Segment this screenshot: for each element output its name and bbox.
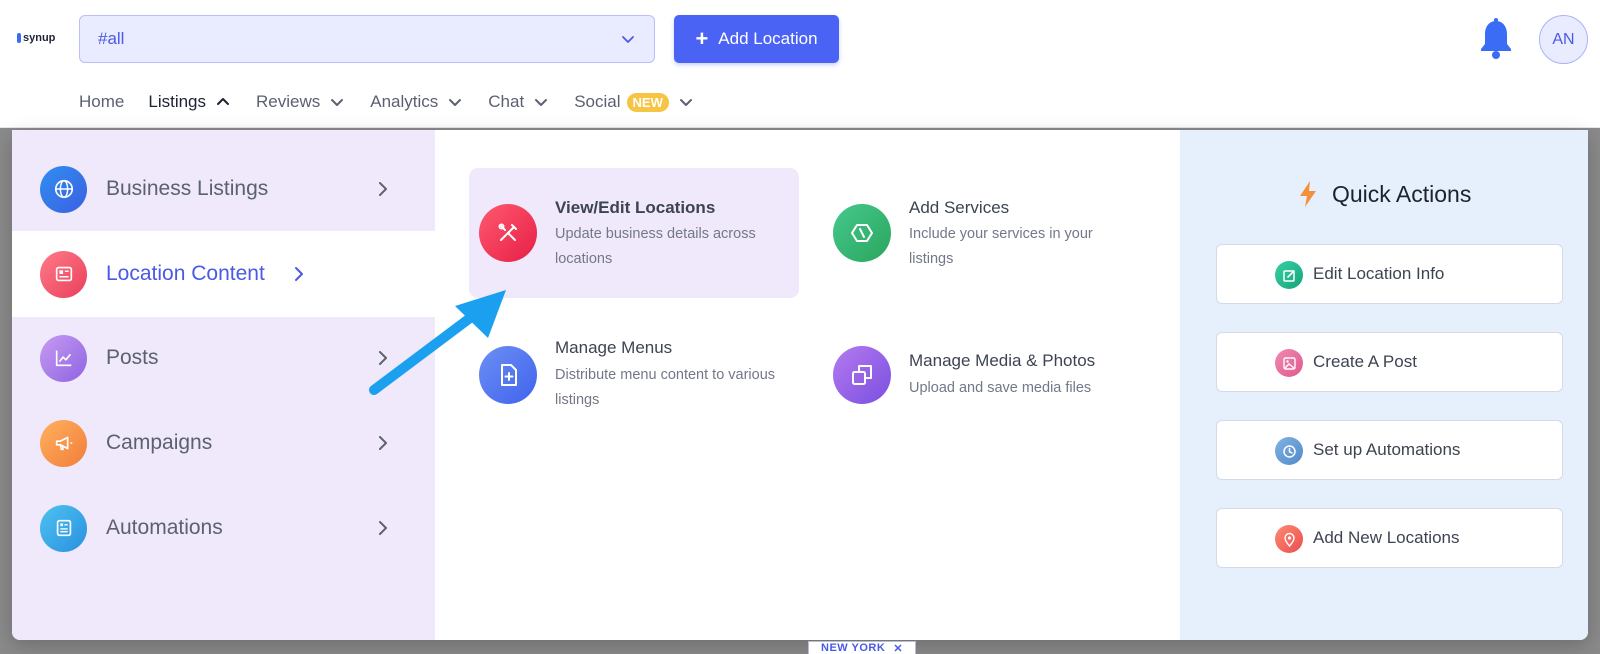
quick-actions-title: Quick Actions xyxy=(1332,180,1472,207)
option-desc: Distribute menu content to various listi… xyxy=(555,367,776,408)
nav-home[interactable]: Home xyxy=(79,92,124,112)
chevron-right-icon xyxy=(379,182,387,196)
chevron-right-icon xyxy=(379,351,387,365)
option-desc: Upload and save media files xyxy=(909,380,1092,396)
nav-listings[interactable]: Listings xyxy=(148,92,232,112)
quick-action-label: Set up Automations xyxy=(1313,440,1461,459)
menu-options: View/Edit Locations Update business deta… xyxy=(435,130,1180,640)
quick-action-label: Create A Post xyxy=(1313,352,1417,371)
option-desc: Include your services in your listings xyxy=(909,226,1093,267)
lightning-icon xyxy=(1300,181,1316,207)
chevron-right-icon xyxy=(379,521,387,535)
quick-action-label: Add New Locations xyxy=(1313,528,1460,547)
top-header: synup #all + Add Location AN Home Listin… xyxy=(0,0,1600,128)
edit-icon xyxy=(1275,261,1303,289)
location-select[interactable]: #all xyxy=(79,15,655,63)
megaphone-icon xyxy=(40,419,87,467)
menu-category-label: Campaigns xyxy=(106,431,213,454)
nav-reviews-label: Reviews xyxy=(256,92,321,111)
nav-reviews[interactable]: Reviews xyxy=(256,92,346,112)
chevron-down-icon xyxy=(679,99,692,106)
menu-category-label: Posts xyxy=(106,346,159,369)
bell-icon[interactable] xyxy=(1478,18,1514,60)
option-manage-media-photos[interactable]: Manage Media & Photos Upload and save me… xyxy=(823,330,1153,460)
synup-logo[interactable]: synup xyxy=(17,32,55,44)
add-location-label: Add Location xyxy=(718,29,818,48)
services-hexagon-icon xyxy=(833,204,891,262)
globe-icon xyxy=(40,165,87,213)
location-tag-label: NEW YORK xyxy=(821,642,886,654)
menu-category-posts[interactable]: Posts xyxy=(12,315,435,401)
nav-home-label: Home xyxy=(79,92,125,111)
nav-listings-label: Listings xyxy=(148,92,206,111)
map-pin-icon xyxy=(1275,525,1303,553)
create-a-post-button[interactable]: Create A Post xyxy=(1216,332,1563,392)
option-title: Add Services xyxy=(909,198,1010,217)
quick-actions-panel: Quick Actions Edit Location Info Create … xyxy=(1180,130,1588,640)
copy-media-icon xyxy=(833,346,891,404)
new-badge: NEW xyxy=(626,92,669,112)
nav-social[interactable]: Social NEW xyxy=(574,92,695,112)
menu-category-campaigns[interactable]: Campaigns xyxy=(12,400,435,486)
chevron-up-icon xyxy=(217,98,229,105)
menu-category-label: Automations xyxy=(106,516,223,539)
menu-category-list: Business Listings Location Content Posts… xyxy=(12,130,435,640)
option-title: Manage Media & Photos xyxy=(909,351,1096,370)
location-tag-new-york[interactable]: NEW YORK ✕ xyxy=(808,641,917,654)
chevron-down-icon xyxy=(622,36,634,43)
option-manage-menus[interactable]: Manage Menus Distribute menu content to … xyxy=(469,330,799,460)
nav-social-label: Social xyxy=(574,92,621,111)
menu-category-automations[interactable]: Automations xyxy=(12,485,435,571)
chart-line-icon xyxy=(40,334,87,382)
quick-actions-header: Quick Actions xyxy=(1296,180,1471,208)
tools-icon xyxy=(479,204,537,262)
file-add-icon xyxy=(479,346,537,404)
quick-action-label: Edit Location Info xyxy=(1313,264,1445,283)
close-icon[interactable]: ✕ xyxy=(893,642,903,654)
image-icon xyxy=(1275,349,1303,377)
listings-mega-menu: Business Listings Location Content Posts… xyxy=(12,130,1588,640)
option-title: View/Edit Locations xyxy=(555,198,716,217)
logo-mark xyxy=(17,33,21,43)
nav-analytics-label: Analytics xyxy=(370,92,439,111)
edit-location-info-button[interactable]: Edit Location Info xyxy=(1216,244,1563,304)
main-nav: Home Listings Reviews Analytics Chat Soc… xyxy=(79,88,719,116)
location-select-value: #all xyxy=(98,29,125,48)
nav-analytics[interactable]: Analytics xyxy=(370,92,464,112)
logo-text: synup xyxy=(23,32,56,44)
add-location-button[interactable]: + Add Location xyxy=(674,15,839,63)
menu-category-location-content[interactable]: Location Content xyxy=(12,231,435,317)
chevron-down-icon xyxy=(331,99,344,106)
nav-chat-label: Chat xyxy=(488,92,525,111)
user-avatar[interactable]: AN xyxy=(1539,15,1588,64)
option-view-edit-locations[interactable]: View/Edit Locations Update business deta… xyxy=(469,168,799,298)
add-new-locations-button[interactable]: Add New Locations xyxy=(1216,508,1563,568)
option-title: Manage Menus xyxy=(555,338,673,357)
plus-icon: + xyxy=(695,26,709,51)
chevron-down-icon xyxy=(449,99,462,106)
chevron-down-icon xyxy=(535,99,548,106)
menu-category-label: Business Listings xyxy=(106,177,269,200)
avatar-initials: AN xyxy=(1552,30,1575,48)
chevron-right-icon xyxy=(295,267,303,281)
set-up-automations-button[interactable]: Set up Automations xyxy=(1216,420,1563,480)
newspaper-icon xyxy=(40,250,87,298)
nav-chat[interactable]: Chat xyxy=(488,92,550,112)
document-list-icon xyxy=(40,504,87,552)
menu-category-business-listings[interactable]: Business Listings xyxy=(12,146,435,232)
option-add-services[interactable]: Add Services Include your services in yo… xyxy=(823,168,1153,298)
clock-icon xyxy=(1275,437,1303,465)
menu-category-label: Location Content xyxy=(106,262,265,285)
option-desc: Update business details across locations xyxy=(555,226,756,267)
chevron-right-icon xyxy=(379,436,387,450)
